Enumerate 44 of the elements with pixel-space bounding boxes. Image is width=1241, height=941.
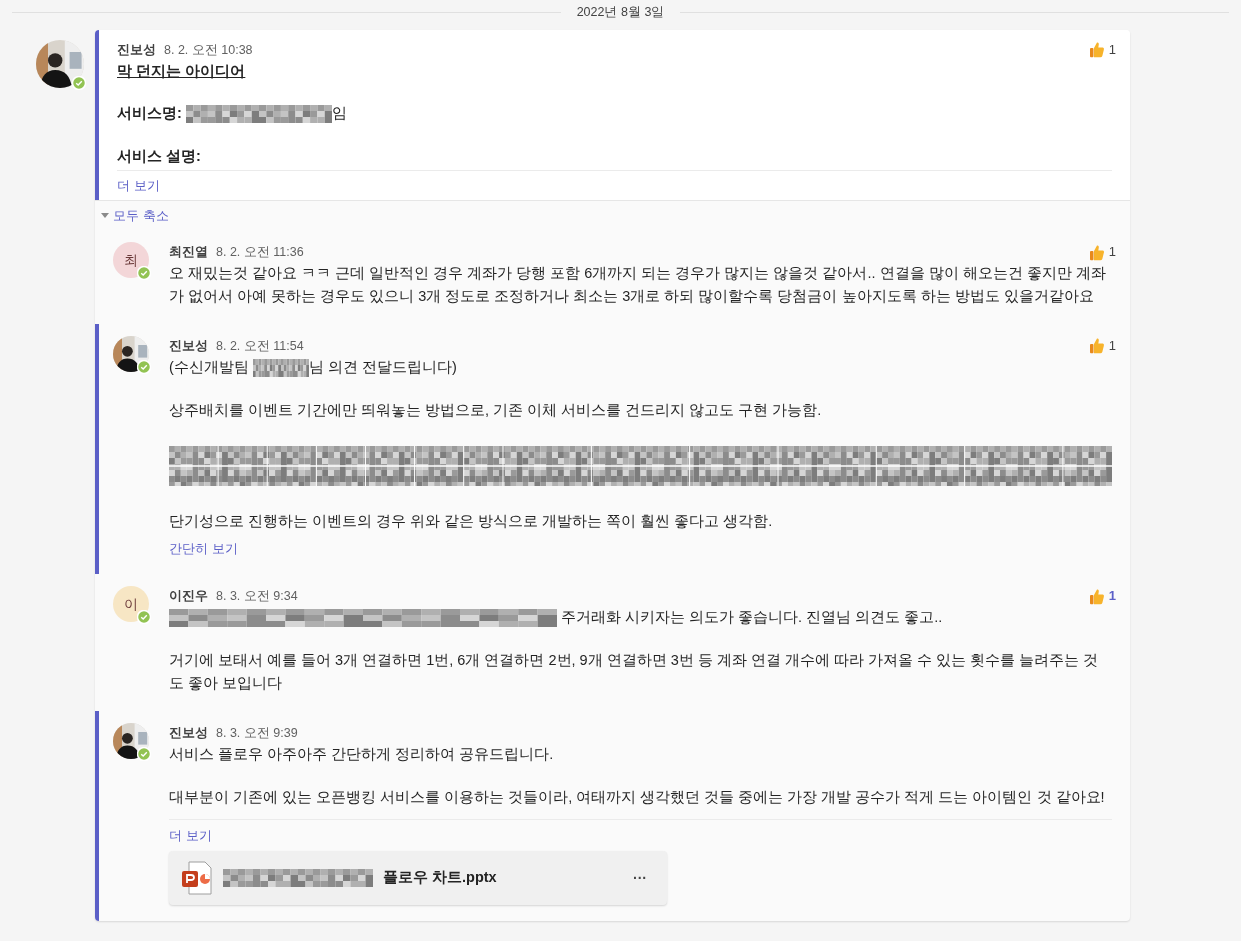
message-text: 대부분이 기존에 있는 오픈뱅킹 서비스를 이용하는 것들이라, 여태까지 생각했던 것들 중에는 가장 개발 공수가 적게 드는 아이템인 것 같아요! — [169, 788, 1105, 805]
thumbs-up-icon — [1088, 337, 1105, 355]
message-text: 오 재밌는것 같아요 ㅋㅋ 근데 일반적인 경우 계좌가 당행 포함 6개까지 되는 경우가 많지는 않을것 같아서.. 연결을 많이 해오는건 좋지만 계좌가 없어서 아예 못하는 경우도 있으니 3개 정도로 조정하거나 최소는 3개로 하되 많이할수록 당첨금이 높아지도록 하는 방법도 있을거같아요 — [169, 265, 1106, 304]
blurred-text — [252, 358, 309, 377]
message-text: 님 의견 전달드립니다) — [308, 358, 457, 375]
author-name: 진보성 — [169, 724, 208, 742]
caret-icon — [101, 212, 109, 219]
message-text: 주거래화 시키자는 의도가 좋습니다. 진열님 의견도 좋고.. — [560, 609, 943, 625]
author-name: 최진열 — [169, 243, 208, 262]
message-title: 막 던지는 아이디어 — [117, 60, 247, 81]
message-time: 8. 2. 오전 10:38 — [164, 42, 253, 59]
message-time: 8. 2. 오전 11:54 — [216, 338, 304, 355]
message-text: 상주배치를 이벤트 기간에만 띄워놓는 방법으로, 기존 이체 서비스를 건드리지 않고도 구현 가능함. — [169, 401, 822, 418]
thumbs-up-icon — [1088, 41, 1105, 59]
message-time: 8. 2. 오전 11:36 — [216, 244, 304, 262]
see-more-link[interactable]: 더 보기 — [169, 819, 1120, 846]
reaction-button[interactable]: 1 — [1084, 586, 1120, 606]
reaction-button[interactable]: 1 — [1084, 242, 1120, 262]
thumbs-up-icon — [1088, 243, 1105, 261]
file-name: 플로우 차트.pptx — [383, 868, 498, 888]
author-name: 진보성 — [117, 41, 156, 59]
reaction-button[interactable]: 1 — [1084, 40, 1120, 60]
see-more-link[interactable]: 더 보기 — [117, 170, 1120, 201]
more-options-button[interactable]: ··· — [625, 867, 655, 889]
collapse-all-button[interactable]: 모두 축소 — [101, 206, 169, 226]
message-text: 단기성으로 진행하는 이벤트의 경우 위와 같은 방식으로 개발하는 쪽이 훨씬 좋다고 생각함. — [169, 512, 773, 529]
see-more-link[interactable]: 간단히 보기 — [169, 532, 1120, 559]
message-time: 8. 3. 오전 9:39 — [216, 725, 298, 742]
author-name: 진보성 — [169, 337, 208, 355]
message-text: 서비스 플로우 아주아주 간단하게 정리하여 공유드립니다. — [169, 745, 554, 762]
message-text: 임 — [331, 104, 347, 121]
author-name: 이진우 — [169, 587, 208, 606]
date-divider: 2022년 8월 3일 — [576, 3, 665, 21]
message-text: 서비스명: — [117, 104, 183, 121]
message-text: 서비스 설명: — [117, 147, 201, 164]
reaction-button[interactable]: 1 — [1084, 336, 1120, 356]
message-text: (수신개발팀 — [169, 358, 250, 375]
powerpoint-file-icon — [181, 861, 213, 896]
message-text: 거기에 보태서 예를 들어 3개 연결하면 1번, 6개 연결하면 2번, 9개 연결하면 3번 등 계좌 연결 개수에 따라 가져올 수 있는 횟수를 늘려주는 것도 좋아 보입니다 — [169, 652, 1099, 691]
thumbs-up-icon — [1088, 587, 1105, 605]
message-time: 8. 3. 오전 9:34 — [216, 588, 298, 606]
avatar-initial: 이 — [124, 594, 138, 614]
avatar-initial: 최 — [124, 250, 138, 270]
file-attachment-card[interactable]: 플로우 차트.pptx ··· — [169, 851, 667, 906]
